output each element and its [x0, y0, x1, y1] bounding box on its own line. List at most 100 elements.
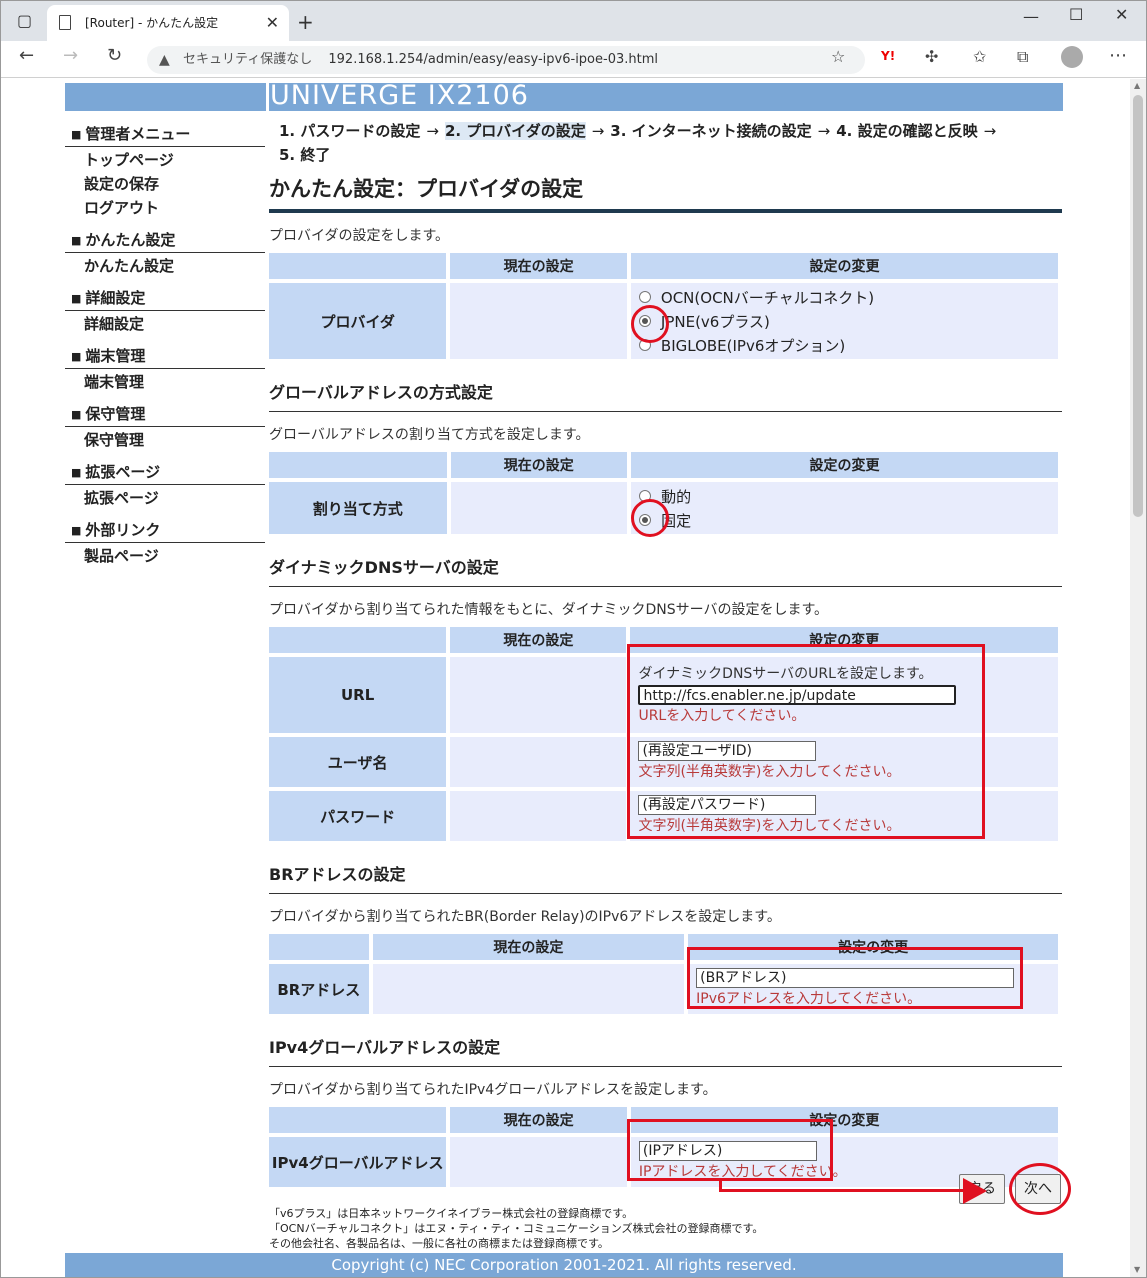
current-header: 現在の設定 — [372, 934, 685, 960]
yahoo-extension-icon[interactable]: Y! — [881, 49, 895, 63]
global-addr-desc: グローバルアドレスの割り当て方式を設定します。 — [269, 427, 590, 443]
provider-options: OCN(OCNバーチャルコネクト) JPNE(v6プラス) BIGLOBE(IPv6… — [630, 283, 1058, 359]
empty-header — [269, 452, 447, 478]
step-3: 3. インターネット接続の設定 — [610, 122, 812, 140]
url-label: URL — [269, 657, 447, 733]
annotation-circle-next — [1009, 1163, 1071, 1215]
profile-avatar[interactable] — [1061, 46, 1083, 68]
step-1: 1. パスワードの設定 — [279, 122, 421, 140]
ddns-heading: ダイナミックDNSサーバの設定 — [269, 538, 1062, 587]
page-title: かんたん設定：プロバイダの設定 — [269, 167, 1062, 213]
sidebar-link[interactable]: 詳細設定 — [65, 311, 265, 335]
warning-icon: ▲ — [159, 52, 170, 68]
reload-icon[interactable]: ↻ — [107, 45, 122, 66]
scrollbar-thumb[interactable] — [1133, 95, 1143, 517]
provider-option[interactable]: OCN(OCNバーチャルコネクト) — [638, 285, 1050, 309]
annotation-circle-assign — [631, 499, 669, 537]
sidebar-group: 端末管理端末管理 — [65, 341, 265, 393]
scroll-up-icon[interactable]: ▲ — [1134, 81, 1140, 90]
maximize-icon[interactable]: ☐ — [1069, 5, 1083, 24]
tab-title: [Router] - かんたん設定 — [85, 16, 219, 30]
sidebar-link[interactable]: かんたん設定 — [65, 253, 265, 277]
sidebar-group-title: 保守管理 — [65, 399, 265, 427]
empty-header — [269, 934, 369, 960]
sidebar-link[interactable]: ログアウト — [65, 195, 265, 219]
favorites-icon[interactable]: ✩ — [973, 47, 986, 66]
add-favorite-icon[interactable]: ☆ — [831, 47, 845, 66]
ipv4-current — [450, 1137, 627, 1187]
change-header: 設定の変更 — [631, 452, 1058, 478]
sidebar-group-title: 外部リンク — [65, 515, 265, 543]
tab-actions-icon[interactable]: ▢ — [17, 11, 32, 30]
extensions-icon[interactable]: ✣ — [925, 47, 938, 66]
provider-radio[interactable] — [638, 291, 651, 303]
assign-method-current — [450, 482, 628, 534]
empty-header — [269, 253, 447, 279]
provider-option-label: OCN(OCNバーチャルコネクト) — [660, 288, 875, 307]
footnote-2: 「OCNバーチャルコネクト」はエヌ・ティ・ティ・コミュニケーションズ株式会社の登… — [269, 1222, 764, 1235]
forward-icon[interactable]: → — [63, 45, 78, 66]
sidebar-group-title: 詳細設定 — [65, 283, 265, 311]
annotation-box-ipv4 — [627, 1119, 833, 1181]
assign-method-label: 割り当て方式 — [269, 482, 447, 534]
step-2-current: 2. プロバイダの設定 — [444, 122, 586, 140]
sidebar-link[interactable]: 設定の保存 — [65, 171, 265, 195]
scroll-down-icon[interactable]: ▼ — [1134, 1265, 1140, 1274]
change-header: 設定の変更 — [630, 253, 1058, 279]
provider-option-label: BIGLOBE(IPv6オプション) — [660, 336, 846, 355]
assign-method-option[interactable]: 動的 — [639, 484, 1050, 508]
assign-method-options: 動的固定 — [631, 482, 1058, 534]
back-icon[interactable]: ← — [19, 45, 34, 66]
provider-current — [450, 283, 627, 359]
empty-header — [269, 627, 447, 653]
sidebar-group: 保守管理保守管理 — [65, 399, 265, 451]
sidebar-group-title: 管理者メニュー — [65, 119, 265, 147]
arrow-2: → — [591, 122, 605, 140]
current-header: 現在の設定 — [450, 627, 627, 653]
ipv4-desc: プロバイダから割り当てられたIPv4グローバルアドレスを設定します。 — [269, 1082, 717, 1098]
assign-method-option-label: 動的 — [661, 487, 692, 506]
page-icon — [59, 15, 71, 30]
sidebar-group-title: かんたん設定 — [65, 225, 265, 253]
browser-tab[interactable]: [Router] - かんたん設定 ✕ — [47, 5, 289, 41]
minimize-icon[interactable]: — — [1023, 7, 1039, 26]
arrow-4: → — [983, 122, 997, 140]
provider-option-label: JPNE(v6プラス) — [660, 312, 770, 331]
address-bar-row: ← → ↻ ▲ セキュリティ保護なし 192.168.1.254/admin/e… — [1, 41, 1146, 78]
br-heading: BRアドレスの設定 — [269, 845, 1062, 894]
collections-icon[interactable]: ⧉ — [1017, 47, 1028, 67]
ipv4-heading: IPv4グローバルアドレスの設定 — [269, 1018, 1062, 1067]
current-header: 現在の設定 — [450, 1107, 627, 1133]
ipv4-label: IPv4グローバルアドレス — [269, 1137, 447, 1187]
close-tab-icon[interactable]: ✕ — [266, 5, 279, 41]
annotation-arrow-line — [719, 1189, 965, 1192]
vertical-scrollbar[interactable]: ▲ ▼ — [1130, 79, 1146, 1277]
provider-option[interactable]: JPNE(v6プラス) — [638, 309, 1050, 333]
product-logo: UNIVERGE IX2106 — [270, 80, 529, 111]
more-menu-icon[interactable]: ⋯ — [1109, 45, 1127, 66]
sidebar-link[interactable]: トップページ — [65, 147, 265, 171]
url-text: 192.168.1.254/admin/easy/easy-ipv6-ipoe-… — [328, 52, 658, 67]
annotation-box-br — [687, 947, 1023, 1009]
close-window-icon[interactable]: ✕ — [1115, 5, 1128, 24]
assign-method-option[interactable]: 固定 — [639, 508, 1050, 532]
sidebar-link[interactable]: 保守管理 — [65, 427, 265, 451]
empty-header — [269, 1107, 447, 1133]
step-5: 5. 終了 — [279, 146, 331, 164]
browser-window: ▢ [Router] - かんたん設定 ✕ + — ☐ ✕ ← → ↻ ▲ セキ… — [0, 0, 1147, 1278]
global-addr-heading: グローバルアドレスの方式設定 — [269, 363, 1062, 412]
new-tab-icon[interactable]: + — [297, 10, 314, 34]
copyright-bar: Copyright (c) NEC Corporation 2001-2021.… — [65, 1253, 1063, 1277]
sidebar: 管理者メニュートップページ設定の保存ログアウトかんたん設定かんたん設定詳細設定詳… — [65, 119, 265, 573]
current-header: 現在の設定 — [450, 452, 628, 478]
provider-option[interactable]: BIGLOBE(IPv6オプション) — [638, 333, 1050, 357]
username-label: ユーザ名 — [269, 737, 447, 787]
banner-separator — [266, 83, 269, 111]
address-bar[interactable]: ▲ セキュリティ保護なし 192.168.1.254/admin/easy/ea… — [147, 46, 865, 74]
sidebar-link[interactable]: 製品ページ — [65, 543, 265, 567]
username-current — [450, 737, 627, 787]
arrow-3: → — [817, 122, 831, 140]
footnote-1: 「v6プラス」は日本ネットワークイネイブラー株式会社の登録商標です。 — [269, 1207, 634, 1220]
sidebar-link[interactable]: 拡張ページ — [65, 485, 265, 509]
sidebar-link[interactable]: 端末管理 — [65, 369, 265, 393]
